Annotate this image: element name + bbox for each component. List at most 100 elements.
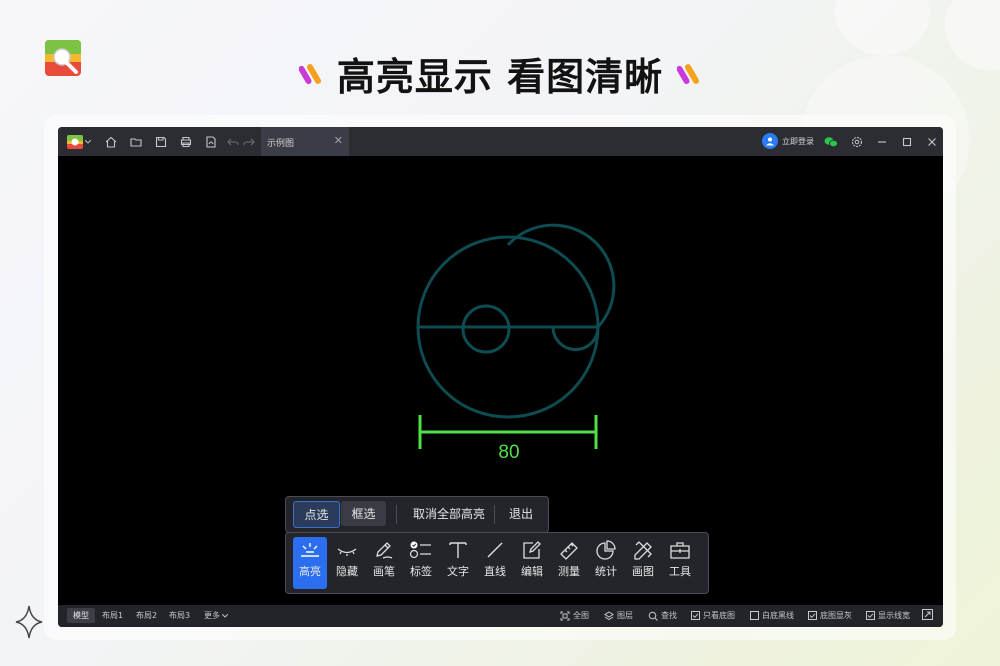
tool-tag[interactable]: 标签 bbox=[404, 537, 438, 589]
expand-icon bbox=[922, 609, 933, 620]
tool-label: 画图 bbox=[632, 565, 654, 578]
minimize-button[interactable] bbox=[873, 133, 891, 151]
box-select-button[interactable]: 框选 bbox=[341, 501, 386, 526]
text-icon bbox=[449, 542, 467, 558]
app-menu-button[interactable] bbox=[64, 133, 94, 151]
home-icon bbox=[105, 136, 117, 148]
tool-label: 画笔 bbox=[373, 565, 395, 578]
tool-label: 工具 bbox=[669, 565, 691, 578]
tool-label: 标签 bbox=[410, 565, 432, 578]
tool-label: 文字 bbox=[447, 565, 469, 578]
show-linewidth-checkbox[interactable]: 显示线宽 bbox=[866, 610, 910, 621]
layers-button[interactable]: 图层 bbox=[604, 610, 633, 621]
arc-lower bbox=[551, 326, 600, 351]
expand-button[interactable] bbox=[922, 609, 933, 622]
toolbox-icon bbox=[670, 542, 690, 559]
fullview-icon bbox=[560, 611, 570, 620]
tool-text[interactable]: 文字 bbox=[441, 537, 475, 589]
white-bg-black-line-checkbox[interactable]: 白底黑线 bbox=[750, 610, 794, 621]
find-button[interactable]: 查找 bbox=[648, 610, 677, 621]
tab-layout-1[interactable]: 布局1 bbox=[102, 610, 123, 621]
settings-button[interactable] bbox=[848, 133, 866, 151]
ruler-icon bbox=[560, 542, 578, 560]
fullview-label: 全图 bbox=[573, 611, 589, 620]
tab-layout-3[interactable]: 布局3 bbox=[169, 610, 190, 621]
draw-icon bbox=[634, 541, 652, 560]
status-bar: 模型 布局1 布局2 布局3 更多 全图 图层 查找 只看底图 白底黑线 底图显… bbox=[58, 605, 943, 627]
print-icon bbox=[180, 136, 192, 148]
user-avatar-icon bbox=[762, 133, 778, 149]
headline-text: 高亮显示 看图清晰 bbox=[336, 55, 664, 99]
point-select-button[interactable]: 点选 bbox=[293, 501, 340, 528]
divider bbox=[494, 505, 495, 524]
search-icon bbox=[648, 611, 658, 621]
tool-highlight[interactable]: 高亮 bbox=[293, 537, 327, 589]
pdf-icon bbox=[206, 136, 216, 148]
eye-closed-icon bbox=[337, 548, 357, 556]
tool-label: 统计 bbox=[595, 565, 617, 578]
home-button[interactable] bbox=[102, 133, 120, 151]
tool-label: 编辑 bbox=[521, 565, 543, 578]
tool-statistics[interactable]: 统计 bbox=[589, 537, 623, 589]
redo-icon bbox=[243, 138, 255, 146]
headline: 高亮显示 看图清晰 bbox=[0, 46, 1000, 101]
pen-icon bbox=[376, 542, 393, 559]
open-folder-button[interactable] bbox=[127, 133, 145, 151]
tool-draw[interactable]: 画图 bbox=[626, 537, 660, 589]
tool-pen[interactable]: 画笔 bbox=[367, 537, 401, 589]
tool-tools[interactable]: 工具 bbox=[663, 537, 697, 589]
divider bbox=[396, 505, 397, 524]
tool-line[interactable]: 直线 bbox=[478, 537, 512, 589]
tool-edit[interactable]: 编辑 bbox=[515, 537, 549, 589]
tab-close-icon[interactable]: ✕ bbox=[334, 134, 343, 147]
tool-hide[interactable]: 隐藏 bbox=[330, 537, 364, 589]
export-pdf-button[interactable] bbox=[202, 133, 220, 151]
close-window-button[interactable] bbox=[923, 133, 941, 151]
inner-circle bbox=[461, 304, 511, 354]
clear-all-highlight-button[interactable]: 取消全部高亮 bbox=[404, 501, 494, 526]
app-logo-small-icon bbox=[67, 135, 83, 149]
show-linewidth-label: 显示线宽 bbox=[878, 611, 910, 620]
app-window: 示例图 ✕ 立即登录 80 点选 框选 取消全部高亮 退出 高亮 隐藏 画笔 标… bbox=[58, 127, 943, 627]
checkbox-checked-icon bbox=[691, 611, 700, 620]
tab-layout-2[interactable]: 布局2 bbox=[136, 610, 157, 621]
layers-icon bbox=[604, 610, 614, 620]
pie-chart-icon bbox=[596, 540, 616, 560]
base-gray-label: 底图显灰 bbox=[820, 611, 852, 620]
login-button[interactable]: 立即登录 bbox=[762, 133, 814, 149]
highlight-icon bbox=[301, 543, 319, 557]
only-base-checkbox[interactable]: 只看底图 bbox=[691, 610, 735, 621]
print-button[interactable] bbox=[177, 133, 195, 151]
redo-button[interactable] bbox=[240, 133, 258, 151]
base-gray-checkbox[interactable]: 底图显灰 bbox=[808, 610, 852, 621]
maximize-button[interactable] bbox=[898, 133, 916, 151]
exit-button[interactable]: 退出 bbox=[500, 501, 542, 526]
save-button[interactable] bbox=[152, 133, 170, 151]
white-bg-black-line-label: 白底黑线 bbox=[762, 611, 794, 620]
tab-example-drawing[interactable]: 示例图 ✕ bbox=[261, 127, 349, 156]
tab-model[interactable]: 模型 bbox=[67, 608, 95, 623]
slash-deco-icon bbox=[677, 63, 700, 84]
minimize-icon bbox=[878, 141, 886, 143]
more-tabs-button[interactable]: 更多 bbox=[204, 610, 228, 621]
dimension-text: 80 bbox=[498, 442, 519, 463]
tool-label: 隐藏 bbox=[336, 565, 358, 578]
maximize-icon bbox=[902, 137, 912, 147]
slash-deco-icon bbox=[298, 63, 321, 84]
tool-label: 测量 bbox=[558, 565, 580, 578]
login-label: 立即登录 bbox=[782, 136, 814, 146]
find-label: 查找 bbox=[661, 611, 677, 620]
checkbox-checked-icon bbox=[808, 611, 817, 620]
line-icon bbox=[487, 542, 503, 558]
undo-icon bbox=[227, 138, 239, 146]
chevron-down-icon bbox=[222, 613, 228, 618]
sparkle-icon bbox=[15, 605, 43, 639]
layers-label: 图层 bbox=[617, 611, 633, 620]
cad-geometry bbox=[416, 223, 616, 419]
only-base-label: 只看底图 bbox=[703, 611, 735, 620]
fullview-button[interactable]: 全图 bbox=[560, 610, 589, 621]
wechat-button[interactable] bbox=[822, 133, 840, 151]
highlight-mode-popup: 点选 框选 取消全部高亮 退出 bbox=[285, 496, 549, 533]
tool-measure[interactable]: 测量 bbox=[552, 537, 586, 589]
gear-icon bbox=[851, 136, 863, 148]
